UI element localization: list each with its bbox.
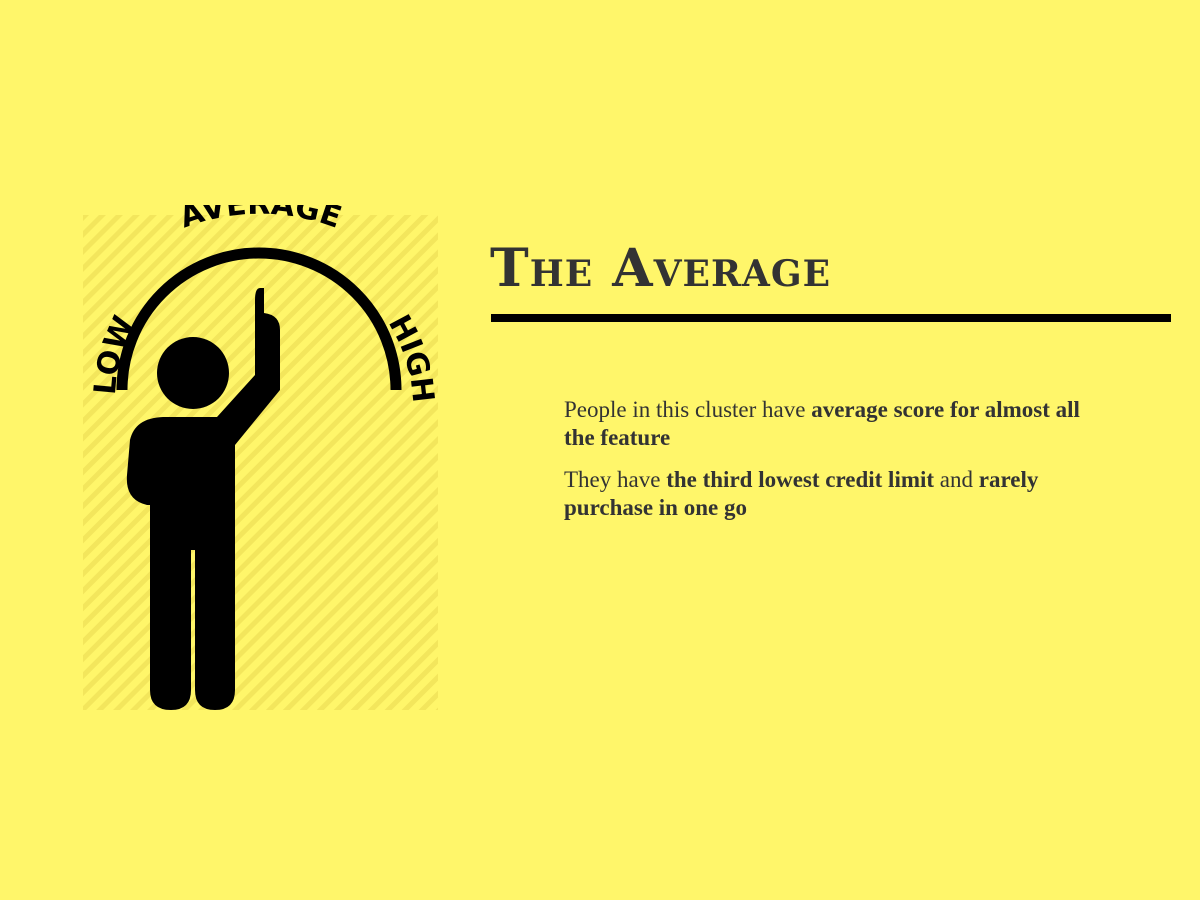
description: People in this cluster have average scor… [564,396,1084,536]
paragraph-1: People in this cluster have average scor… [564,396,1084,452]
average-person-illustration: LOW AVERAGE HIGH [75,205,445,725]
paragraph-2-emphasis-a: the third lowest credit limit [666,467,935,492]
paragraph-2-text-a: They have [564,467,667,492]
person-head [157,337,229,409]
title-divider [491,314,1171,322]
slide-title: The Average [490,238,832,299]
paragraph-1-text: People in this cluster have [564,397,812,422]
average-person-gauge-icon: LOW AVERAGE HIGH [83,205,440,710]
paragraph-2-text-b: and [934,467,979,492]
paragraph-2: They have the third lowest credit limit … [564,466,1084,522]
slide: LOW AVERAGE HIGH The Average People in t… [0,0,1200,900]
